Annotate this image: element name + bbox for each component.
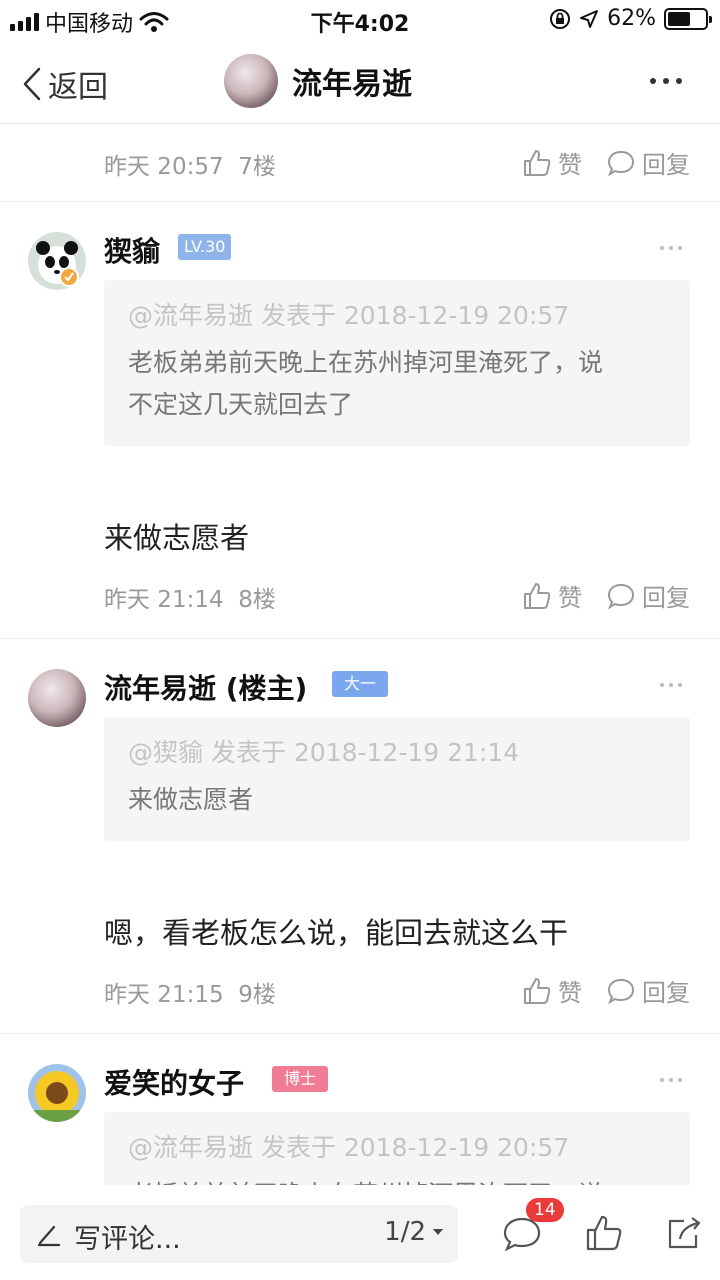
thumbs-up-icon — [524, 582, 551, 609]
comment-meta: 昨天 21:14 8楼 — [104, 587, 276, 613]
quoted-reply[interactable]: @流年易逝 发表于 2018-12-19 20:57 老板弟弟前天晚上在苏州掉河… — [104, 1112, 690, 1185]
comment-item: 猰貐 LV.30 @流年易逝 发表于 2018-12-19 20:57 老板弟弟… — [0, 202, 720, 639]
page-selector[interactable]: 1/2 — [384, 1217, 444, 1247]
reply-button[interactable]: 回复 — [606, 973, 690, 1008]
quote-text: 老板弟弟前天晚上在苏州掉河里淹死了，说 — [128, 1174, 666, 1185]
bottom-bar: 写评论... 1/2 14 — [0, 1185, 720, 1280]
quote-header: @猰貐 发表于 2018-12-19 21:14 — [128, 738, 520, 767]
comment-icon — [607, 978, 635, 1004]
like-button[interactable]: 赞 — [522, 973, 582, 1008]
panda-avatar-icon — [28, 232, 86, 290]
quote-header: @流年易逝 发表于 2018-12-19 20:57 — [128, 1133, 570, 1162]
quote-text: 老板弟弟前天晚上在苏州掉河里淹死了，说 不定这几天就回去了 — [128, 348, 604, 419]
like-button[interactable]: 赞 — [522, 145, 582, 180]
comment-item: 爱笑的女子 博士 @流年易逝 发表于 2018-12-19 20:57 老板弟弟… — [0, 1034, 720, 1185]
username[interactable]: 爱笑的女子 — [104, 1062, 244, 1102]
avatar[interactable] — [28, 1064, 86, 1122]
level-badge: LV.30 — [178, 234, 232, 260]
quote-text: 来做志愿者 — [128, 785, 254, 814]
battery-icon — [664, 7, 712, 30]
comment-list[interactable]: 昨天 20:57 7楼 赞 回复 猰貐 LV.30 @流年易逝 发表于 2018… — [0, 125, 720, 1185]
back-label: 返回 — [48, 70, 108, 105]
username[interactable]: 猰貐 — [104, 230, 160, 270]
post-meta-text: 昨天 20:57 7楼 — [104, 154, 276, 180]
back-button[interactable]: 返回 — [22, 62, 108, 106]
like-button[interactable]: 赞 — [522, 578, 582, 613]
avatar[interactable] — [28, 232, 86, 290]
more-icon[interactable] — [660, 683, 682, 687]
more-icon[interactable] — [660, 1078, 682, 1082]
nav-user[interactable]: 流年易逝 — [224, 54, 412, 108]
status-bar: 中国移动 下午4:02 62% — [0, 0, 720, 40]
comment-count-badge: 14 — [526, 1198, 564, 1222]
quoted-reply[interactable]: @流年易逝 发表于 2018-12-19 20:57 老板弟弟前天晚上在苏州掉河… — [104, 280, 690, 446]
nav-bar: 返回 流年易逝 — [0, 40, 720, 124]
degree-badge: 博士 — [272, 1066, 328, 1092]
thumbs-up-icon — [524, 977, 551, 1004]
status-right: 62% — [549, 6, 712, 31]
chevron-left-icon — [23, 67, 41, 101]
thumbs-up-icon — [524, 149, 551, 176]
avatar[interactable] — [28, 669, 86, 727]
page-title: 流年易逝 — [292, 67, 412, 102]
reply-button[interactable]: 回复 — [606, 145, 690, 180]
comment-placeholder: 写评论... — [74, 1224, 181, 1255]
username[interactable]: 流年易逝 (楼主) — [104, 667, 307, 707]
quote-header: @流年易逝 发表于 2018-12-19 20:57 — [128, 301, 570, 330]
pencil-icon — [37, 1225, 61, 1247]
location-icon — [580, 9, 599, 28]
more-icon[interactable] — [660, 246, 682, 250]
post-meta: 昨天 20:57 7楼 赞 回复 — [0, 125, 720, 201]
caret-down-icon — [433, 1229, 443, 1235]
more-icon[interactable] — [650, 78, 682, 84]
avatar[interactable] — [224, 54, 278, 108]
comment-text: 嗯，看老板怎么说，能回去就这么干 — [104, 916, 569, 950]
reply-button[interactable]: 回复 — [606, 578, 690, 613]
comment-icon — [607, 583, 635, 609]
quoted-reply[interactable]: @猰貐 发表于 2018-12-19 21:14 来做志愿者 — [104, 717, 690, 841]
share-icon[interactable] — [664, 1213, 704, 1253]
grade-badge: 大一 — [332, 671, 388, 697]
battery-percent: 62% — [607, 6, 656, 31]
comment-icon — [607, 150, 635, 176]
comment-meta: 昨天 21:15 9楼 — [104, 982, 276, 1008]
sunflower-avatar-icon — [28, 1064, 86, 1122]
comment-item: 流年易逝 (楼主) 大一 @猰貐 发表于 2018-12-19 21:14 来做… — [0, 639, 720, 1034]
comment-text: 来做志愿者 — [104, 521, 250, 555]
comment-input[interactable]: 写评论... 1/2 — [20, 1205, 458, 1263]
orientation-lock-icon — [550, 8, 571, 29]
thumbs-up-icon[interactable] — [584, 1213, 624, 1253]
